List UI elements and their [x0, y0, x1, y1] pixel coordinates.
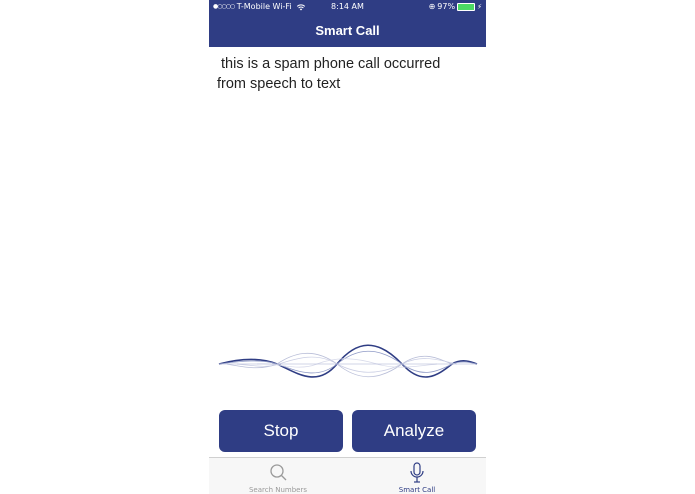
tab-bar: Search Numbers Smart Call: [209, 457, 486, 494]
page-title: Smart Call: [315, 23, 380, 38]
status-right: ⊕ 97% ⚡: [429, 2, 482, 11]
battery-fill: [458, 3, 474, 10]
orientation-lock-icon: ⊕: [428, 2, 436, 11]
speech-transcript: this is a spam phone call occurred from …: [217, 56, 441, 92]
search-icon: [270, 464, 287, 481]
battery-icon: [457, 2, 476, 11]
tab-smart-call-label: Smart Call: [398, 486, 436, 494]
stop-button[interactable]: Stop: [219, 410, 343, 452]
analyze-button[interactable]: Analyze: [352, 410, 476, 452]
tab-search-numbers[interactable]: Search Numbers: [209, 458, 347, 494]
tab-search-numbers-label: Search Numbers: [248, 486, 308, 494]
battery-percent: 97%: [437, 2, 456, 11]
tab-smart-call[interactable]: Smart Call: [348, 458, 486, 494]
microphone-icon: [410, 462, 424, 483]
header: ●○○○○ T-Mobile Wi-Fi 8:14 AM ⊕ 97% ⚡ Sma…: [209, 0, 486, 47]
voice-waveform: [218, 344, 478, 378]
status-bar: ●○○○○ T-Mobile Wi-Fi 8:14 AM ⊕ 97% ⚡: [209, 0, 486, 15]
phone-screen: ●○○○○ T-Mobile Wi-Fi 8:14 AM ⊕ 97% ⚡ Sma…: [209, 0, 486, 494]
charging-icon: ⚡: [477, 2, 482, 11]
